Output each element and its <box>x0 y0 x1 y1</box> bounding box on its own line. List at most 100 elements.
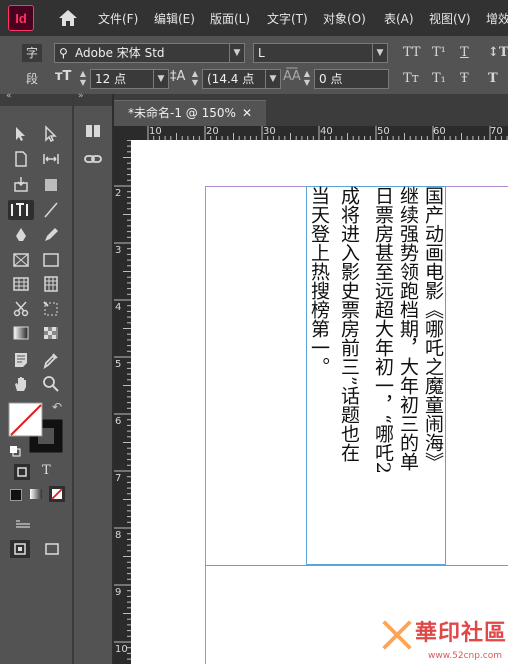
rectangle-tool-icon[interactable] <box>40 250 62 270</box>
leading-field[interactable]: (14.4 点 <box>202 69 266 89</box>
free-transform-tool-icon[interactable] <box>40 299 62 319</box>
ruler-label: 9 <box>115 587 122 598</box>
text-column[interactable]: 当天登上热搜榜第一。 <box>307 186 330 376</box>
font-size-stepper[interactable]: ▲ ▼ <box>78 69 88 89</box>
formatting-affects-container-icon[interactable] <box>14 464 30 480</box>
rectangle-frame-tool-icon[interactable] <box>10 250 32 270</box>
tracking-value: 0 点 <box>319 72 343 86</box>
font-style-dropdown[interactable]: ▼ <box>372 43 388 63</box>
swap-fill-stroke-icon[interactable]: ↶ <box>52 400 62 414</box>
document-tab[interactable]: *未命名-1 @ 150% ✕ <box>114 100 266 126</box>
pages-panel-icon[interactable] <box>83 122 103 140</box>
ruler-label: 40 <box>320 126 333 137</box>
underline-button[interactable]: T <box>460 45 469 60</box>
eyedropper-tool-icon[interactable] <box>40 350 62 370</box>
menu-layout[interactable]: 版面(L) <box>210 10 250 27</box>
horizontal-scale-icon[interactable]: T <box>488 71 498 86</box>
tracking-icon: A͞A <box>283 69 301 84</box>
character-controls-tab[interactable]: 字 <box>22 44 42 62</box>
font-style-value: L <box>258 46 265 60</box>
close-icon[interactable]: ✕ <box>242 101 252 125</box>
menu-type[interactable]: 文字(T) <box>267 10 308 27</box>
text-column[interactable]: 日票房甚至远超大年初一，“哪吒2 <box>371 186 394 474</box>
grid-tool-icon[interactable] <box>40 274 62 294</box>
text-column[interactable]: 继续强势领跑档期，大年初三的单 <box>396 186 419 471</box>
screen-mode-dropdown-icon[interactable] <box>42 540 62 558</box>
leading-icon: ‡A <box>170 69 186 84</box>
font-style-field[interactable]: L <box>253 43 373 63</box>
tools-panel-header[interactable]: « <box>0 91 72 106</box>
gradient-swatch-tool-icon[interactable] <box>10 323 32 343</box>
strikethrough-button[interactable]: Ŧ <box>460 71 469 86</box>
search-icon: ⚲ <box>59 46 68 60</box>
toggle-panel-icon[interactable] <box>14 515 32 528</box>
home-icon[interactable] <box>58 9 78 27</box>
ruler-label: 60 <box>433 126 446 137</box>
leading-dropdown[interactable]: ▼ <box>265 69 281 89</box>
tracking-field[interactable]: 0 点 <box>314 69 389 89</box>
pencil-tool-icon[interactable] <box>40 225 62 245</box>
font-size-dropdown[interactable]: ▼ <box>153 69 169 89</box>
font-size-icon: ᴛT <box>55 69 72 84</box>
content-collector-tool-icon[interactable] <box>10 174 32 194</box>
zoom-tool-icon[interactable] <box>40 374 62 394</box>
apply-none-icon[interactable] <box>49 486 65 502</box>
margin-guide <box>205 186 206 664</box>
gap-tool-icon[interactable] <box>40 149 62 169</box>
superscript-button[interactable]: T¹ <box>432 45 446 60</box>
apply-gradient-icon[interactable] <box>30 489 42 499</box>
note-tool-icon[interactable] <box>10 350 32 370</box>
watermark-url: www.52cnp.com <box>428 651 503 661</box>
screen-mode-normal-icon[interactable] <box>10 540 30 558</box>
content-placer-tool-icon[interactable] <box>40 174 62 194</box>
font-family-value: Adobe 宋体 Std <box>75 46 165 60</box>
menu-table[interactable]: 表(A) <box>384 10 414 27</box>
leading-stepper[interactable]: ▲ ▼ <box>190 69 200 89</box>
ruler-origin[interactable] <box>114 126 131 140</box>
side-panel-header[interactable]: » <box>74 91 112 106</box>
ruler-label: 5 <box>115 359 122 370</box>
ruler-label: 10 <box>115 644 128 655</box>
menu-edit[interactable]: 编辑(E) <box>154 10 195 27</box>
vertical-scale-icon[interactable]: ↕T <box>488 45 508 60</box>
default-fill-stroke-icon[interactable] <box>9 442 21 457</box>
line-tool-icon[interactable] <box>40 200 62 220</box>
menu-object[interactable]: 对象(O) <box>323 10 366 27</box>
scissors-tool-icon[interactable] <box>10 299 32 319</box>
formatting-affects-text-icon[interactable]: T <box>42 463 51 478</box>
watermark-text: 華印社區 <box>415 621 508 646</box>
ruler-label: 70 <box>490 126 503 137</box>
pen-tool-icon[interactable] <box>10 225 32 245</box>
text-column[interactable]: 成将进入影史票房前三”话题也在 <box>337 186 360 462</box>
menu-file[interactable]: 文件(F) <box>98 10 138 27</box>
all-caps-button[interactable]: TT <box>403 45 421 60</box>
ruler-label: 30 <box>263 126 276 137</box>
paragraph-controls-tab[interactable]: 段 <box>26 70 38 87</box>
type-tool-icon[interactable] <box>8 200 34 220</box>
small-caps-button[interactable]: Tт <box>403 71 419 86</box>
gradient-feather-tool-icon[interactable] <box>40 323 62 343</box>
font-family-field[interactable]: ⚲ Adobe 宋体 Std <box>54 43 230 63</box>
ruler-label: 50 <box>377 126 390 137</box>
selection-tool-icon[interactable] <box>10 124 32 144</box>
hand-tool-icon[interactable] <box>10 374 32 394</box>
document-tab-title: *未命名-1 @ 150% <box>128 106 236 120</box>
font-family-dropdown[interactable]: ▼ <box>229 43 245 63</box>
text-column[interactable]: 国产动画电影《哪吒之魔童闹海》 <box>421 186 444 471</box>
ruler-label: 10 <box>149 126 162 137</box>
tracking-stepper[interactable]: ▲ ▼ <box>302 69 312 89</box>
subscript-button[interactable]: T₁ <box>432 71 446 86</box>
menu-view[interactable]: 视图(V) <box>429 10 471 27</box>
horizontal-ruler[interactable]: 10 20 30 40 50 60 70 <box>131 126 508 140</box>
ruler-label: 3 <box>115 245 122 256</box>
vertical-ruler[interactable]: 2 3 4 5 6 7 8 9 10 <box>114 140 131 664</box>
links-panel-icon[interactable] <box>83 150 103 168</box>
direct-selection-tool-icon[interactable] <box>40 124 62 144</box>
apply-color-icon[interactable] <box>10 489 22 501</box>
menu-plugins[interactable]: 增效 <box>486 10 508 27</box>
ruler-label: 6 <box>115 416 122 427</box>
page-tool-icon[interactable] <box>10 149 32 169</box>
fill-swatch-front[interactable] <box>8 402 44 438</box>
font-size-field[interactable]: 12 点 <box>90 69 154 89</box>
table-tool-icon[interactable] <box>10 274 32 294</box>
